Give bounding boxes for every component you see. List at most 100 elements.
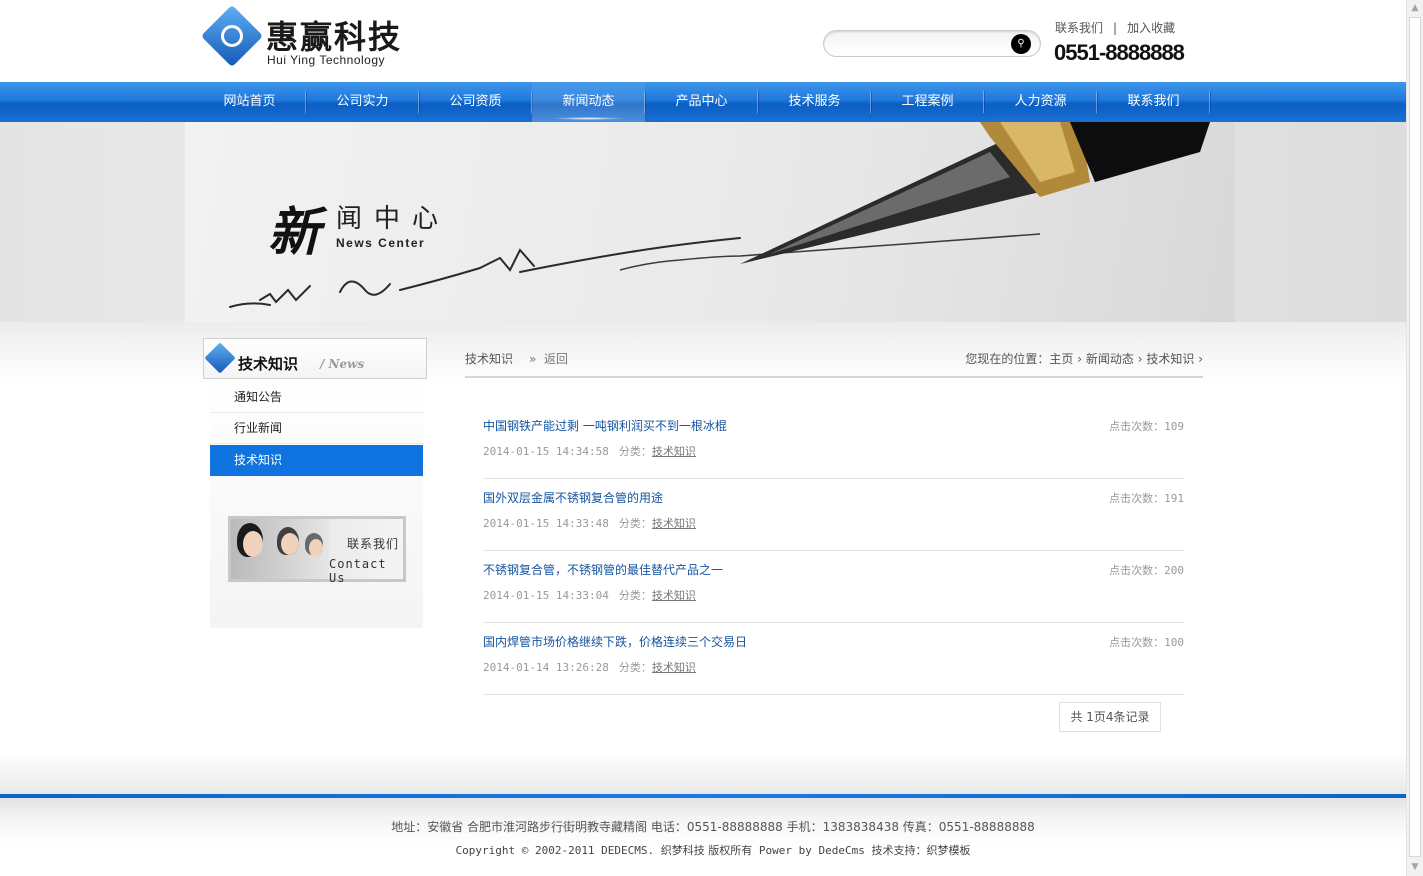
news-category-link[interactable]: 技术知识 bbox=[652, 517, 696, 530]
footer-address: 地址：安徽省 合肥市淮河路步行街明教寺藏精阁 电话：0551-88888888 … bbox=[391, 820, 1035, 834]
hits-label: 点击次数： bbox=[1109, 420, 1165, 433]
customer-service-photo bbox=[231, 519, 329, 579]
nav-item-cases[interactable]: 工程案例 bbox=[871, 82, 984, 122]
breadcrumb-bar: 技术知识 » 返回 您现在的位置：主页 › 新闻动态 › 技术知识 › bbox=[465, 345, 1203, 378]
news-title[interactable]: 国内焊管市场价格继续下跌，价格连续三个交易日 bbox=[483, 633, 747, 650]
search-input[interactable] bbox=[834, 34, 1014, 54]
news-meta: 2014-01-15 14:33:04 分类：技术知识 bbox=[483, 587, 696, 603]
pagination-info: 共 1页4条记录 bbox=[1059, 702, 1161, 732]
news-category-link[interactable]: 技术知识 bbox=[652, 661, 696, 674]
search-icon: ⚲ bbox=[1017, 38, 1025, 49]
back-link[interactable]: » 返回 bbox=[529, 350, 568, 367]
vertical-scrollbar[interactable]: ▲ ▼ bbox=[1406, 0, 1423, 876]
page: 惠赢科技 Hui Ying Technology ⚲ 联系我们 | 加入收藏 055… bbox=[0, 0, 1406, 876]
breadcrumb-tech[interactable]: 技术知识 bbox=[1146, 352, 1194, 366]
category-label: 分类： bbox=[618, 517, 652, 530]
news-hits: 点击次数：191 bbox=[1109, 490, 1184, 506]
news-meta: 2014-01-15 14:34:58 分类：技术知识 bbox=[483, 443, 696, 459]
breadcrumb-news[interactable]: 新闻动态 bbox=[1086, 352, 1134, 366]
nav-item-home[interactable]: 网站首页 bbox=[193, 82, 306, 122]
news-title[interactable]: 不锈钢复合管，不锈钢管的最佳替代产品之一 bbox=[483, 561, 723, 578]
news-title[interactable]: 国外双层金属不锈钢复合管的用途 bbox=[483, 489, 663, 506]
chevron-right-icon: › bbox=[1198, 352, 1203, 366]
news-date: 2014-01-15 14:34:58 bbox=[483, 445, 609, 458]
search-button[interactable]: ⚲ bbox=[1011, 34, 1031, 54]
sidebar-diamond-icon bbox=[204, 342, 236, 374]
logo-text-cn: 惠赢科技 bbox=[266, 18, 403, 56]
logo-ring-icon bbox=[221, 25, 243, 47]
contact-us-banner[interactable]: 联系我们 Contact Us bbox=[228, 516, 406, 585]
news-item: 国外双层金属不锈钢复合管的用途 点击次数：191 2014-01-15 14:3… bbox=[483, 479, 1184, 551]
tech-support-link[interactable]: 技术支持：织梦模板 bbox=[872, 844, 971, 857]
breadcrumb-home[interactable]: 主页 bbox=[1049, 352, 1073, 366]
add-favorite-link[interactable]: 加入收藏 bbox=[1127, 21, 1175, 35]
news-date: 2014-01-15 14:33:04 bbox=[483, 589, 609, 602]
banner bbox=[0, 122, 1406, 322]
chevron-right-icon: › bbox=[1137, 352, 1143, 366]
top-links-separator: | bbox=[1113, 21, 1118, 35]
scroll-up-arrow-icon[interactable]: ▲ bbox=[1407, 0, 1423, 17]
news-title[interactable]: 中国钢铁产能过剩 一吨钢利润买不到一根冰棍 bbox=[483, 417, 727, 434]
hits-count: 191 bbox=[1164, 492, 1184, 505]
back-link-label: 返回 bbox=[543, 352, 568, 366]
scrollbar-thumb[interactable] bbox=[1409, 17, 1421, 857]
hits-label: 点击次数： bbox=[1109, 636, 1165, 649]
sidebar-item-industry-news[interactable]: 行业新闻 bbox=[210, 413, 423, 444]
logo-text-en: Hui Ying Technology bbox=[267, 53, 386, 67]
news-hits: 点击次数：100 bbox=[1109, 634, 1184, 650]
nav-item-strength[interactable]: 公司实力 bbox=[306, 82, 419, 122]
sidebar-item-tech-knowledge[interactable]: 技术知识 bbox=[210, 445, 423, 476]
news-hits: 点击次数：200 bbox=[1109, 562, 1184, 578]
nav-item-hr[interactable]: 人力资源 bbox=[984, 82, 1097, 122]
double-chevron-icon: » bbox=[529, 352, 537, 366]
footer: 地址：安徽省 合肥市淮河路步行街明教寺藏精阁 电话：0551-88888888 … bbox=[0, 798, 1406, 876]
main-nav: 网站首页 公司实力 公司资质 新闻动态 产品中心 技术服务 工程案例 人力资源 … bbox=[0, 82, 1406, 122]
news-meta: 2014-01-15 14:33:48 分类：技术知识 bbox=[483, 515, 696, 531]
phone-number: 0551-8888888 bbox=[1054, 40, 1185, 65]
news-category-link[interactable]: 技术知识 bbox=[652, 589, 696, 602]
news-category-link[interactable]: 技术知识 bbox=[652, 445, 696, 458]
current-category: 技术知识 bbox=[465, 352, 514, 366]
nav-item-contact[interactable]: 联系我们 bbox=[1097, 82, 1210, 122]
hits-count: 200 bbox=[1164, 564, 1184, 577]
category-label: 分类： bbox=[618, 661, 652, 674]
footer-fade bbox=[0, 752, 1406, 794]
rights-text: 织梦科技 版权所有 bbox=[660, 844, 753, 857]
nav-item-qualification[interactable]: 公司资质 bbox=[419, 82, 532, 122]
banner-title-first: 新 bbox=[268, 202, 321, 263]
news-item: 国内焊管市场价格继续下跌，价格连续三个交易日 点击次数：100 2014-01-… bbox=[483, 623, 1184, 695]
power-by-link[interactable]: Power by DedeCms bbox=[759, 844, 865, 857]
logo[interactable]: 惠赢科技 Hui Ying Technology bbox=[200, 4, 414, 70]
banner-title: 新 闻中心 News Center bbox=[268, 190, 438, 265]
hits-label: 点击次数： bbox=[1109, 492, 1165, 505]
contact-us-link[interactable]: 联系我们 bbox=[1055, 21, 1103, 35]
news-item: 中国钢铁产能过剩 一吨钢利润买不到一根冰棍 点击次数：109 2014-01-1… bbox=[483, 407, 1184, 479]
sidebar-item-notice[interactable]: 通知公告 bbox=[210, 382, 423, 413]
news-hits: 点击次数：109 bbox=[1109, 418, 1184, 434]
banner-title-rest: 闻中心 bbox=[336, 204, 451, 234]
copyright-text: Copyright © 2002-2011 DEDECMS. bbox=[455, 844, 655, 857]
news-date: 2014-01-15 14:33:48 bbox=[483, 517, 609, 530]
top-links: 联系我们 | 加入收藏 bbox=[1055, 19, 1175, 36]
nav-item-services[interactable]: 技术服务 bbox=[758, 82, 871, 122]
search-box: ⚲ bbox=[823, 30, 1041, 57]
footer-copyright: Copyright © 2002-2011 DEDECMS. 织梦科技 版权所有… bbox=[0, 842, 1423, 858]
category-label: 分类： bbox=[618, 589, 652, 602]
nav-item-products[interactable]: 产品中心 bbox=[645, 82, 758, 122]
hits-count: 100 bbox=[1164, 636, 1184, 649]
contact-us-cn: 联系我们 bbox=[347, 537, 400, 551]
news-meta: 2014-01-14 13:26:28 分类：技术知识 bbox=[483, 659, 696, 675]
nav-items: 网站首页 公司实力 公司资质 新闻动态 产品中心 技术服务 工程案例 人力资源 … bbox=[193, 82, 1210, 122]
hits-label: 点击次数： bbox=[1109, 564, 1165, 577]
news-item: 不锈钢复合管，不锈钢管的最佳替代产品之一 点击次数：200 2014-01-15… bbox=[483, 551, 1184, 623]
sidebar-heading: 技术知识 / News bbox=[203, 338, 427, 379]
banner-title-en: News Center bbox=[336, 236, 426, 250]
scroll-down-arrow-icon[interactable]: ▼ bbox=[1407, 859, 1423, 876]
banner-pen-illustration bbox=[229, 122, 1210, 308]
news-date: 2014-01-14 13:26:28 bbox=[483, 661, 609, 674]
hits-count: 109 bbox=[1164, 420, 1184, 433]
nav-item-news[interactable]: 新闻动态 bbox=[532, 82, 645, 122]
breadcrumb: 您现在的位置：主页 › 新闻动态 › 技术知识 › bbox=[965, 350, 1203, 367]
location-prefix: 您现在的位置： bbox=[965, 352, 1050, 366]
contact-us-en: Contact Us bbox=[329, 557, 387, 585]
